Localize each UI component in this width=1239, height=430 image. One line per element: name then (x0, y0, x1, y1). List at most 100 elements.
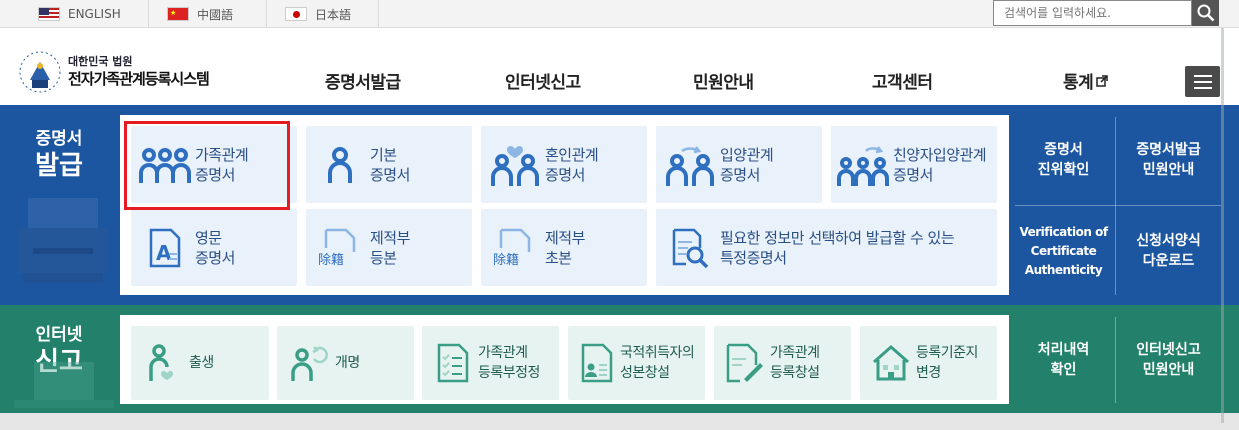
court-emblem-icon (19, 51, 61, 93)
lang-japanese[interactable]: 日本語 (266, 0, 378, 28)
cert-card-line1: 기본 (370, 145, 397, 164)
cert-section-title: 증명서 발급 (0, 128, 118, 182)
cert-card-line1: 필요한 정보만 선택하여 발급할 수 있는 (720, 228, 955, 247)
side-line2: 확인 (1050, 362, 1077, 378)
house-icon (866, 344, 916, 382)
report-card-line1: 가족관계 (770, 345, 820, 361)
cert-card-english-label: 영문 증명서 (195, 228, 235, 268)
report-card-creation[interactable]: 가족관계 등록창설 (714, 326, 851, 400)
cert-card-basic-label: 기본 증명서 (370, 145, 410, 185)
cert-card-jejeok-full-label: 제적부 등본 (370, 228, 410, 268)
gnav-stats[interactable]: 통계 (1063, 68, 1109, 93)
report-card-line1: 출생 (189, 355, 214, 371)
cert-card-line2: 증명서 (195, 248, 235, 267)
report-card-correction[interactable]: 가족관계 등록부정정 (422, 326, 559, 400)
cert-card-basic[interactable]: 기본 증명서 (306, 126, 472, 203)
side-line2: 민원안내 (1142, 362, 1195, 378)
adoption-icon (660, 143, 720, 187)
side-line2: 진위확인 (1037, 162, 1090, 178)
hamburger-icon-bar (1193, 86, 1212, 89)
process-history-link[interactable]: 처리내역확인 (1012, 315, 1115, 405)
cert-card-adoption-label: 입양관계 증명서 (720, 145, 774, 185)
lang-chinese-label: 中國語 (197, 7, 234, 22)
lang-english-label: ENGLISH (68, 7, 121, 21)
cert-card-marriage[interactable]: 혼인관계 증명서 (481, 126, 647, 203)
side-line1: 처리내역 (1037, 342, 1090, 358)
report-card-naturalized[interactable]: 국적취득자의 성본창설 (568, 326, 705, 400)
external-link-icon (1096, 74, 1109, 87)
cert-card-adoption[interactable]: 입양관계 증명서 (656, 126, 822, 203)
logo-system-name: 전자가족관계등록시스템 (68, 70, 210, 88)
gnav-stats-label: 통계 (1063, 73, 1094, 93)
report-card-line2: 등록창설 (770, 365, 820, 381)
jejeok-doc-icon: 除籍 (485, 228, 545, 268)
report-card-correction-label: 가족관계 등록부정정 (478, 343, 540, 383)
cert-card-jejeok-full[interactable]: 除籍 제적부 등본 (306, 209, 472, 286)
us-flag-icon (38, 7, 60, 21)
report-card-line2: 성본창설 (620, 365, 670, 381)
gnav-cert[interactable]: 증명서발급 (325, 68, 401, 93)
search-box (993, 0, 1219, 26)
cert-title-big: 발급 (35, 151, 83, 181)
search-button[interactable] (1192, 0, 1219, 26)
couple-heart-icon (485, 143, 545, 187)
cert-card-line2: 증명서 (720, 165, 760, 184)
lang-english[interactable]: ENGLISH (20, 0, 167, 28)
lang-chinese[interactable]: 中國語 (148, 0, 260, 28)
side-line1: 증명서 (1044, 142, 1083, 158)
cert-card-line1: 제적부 (545, 228, 585, 247)
frame-border (1221, 28, 1224, 423)
jejeok-doc-icon: 除籍 (310, 228, 370, 268)
cert-card-full-adoption-label: 친양자입양관계 증명서 (893, 145, 987, 185)
report-card-address[interactable]: 등록기준지 변경 (860, 326, 997, 400)
cert-card-jejeok-partial[interactable]: 除籍 제적부 초본 (481, 209, 647, 286)
side-line3: Authenticity (1024, 262, 1103, 277)
jejeok-doc-icon-label: 除籍 (493, 252, 519, 268)
menu-button[interactable] (1185, 66, 1220, 97)
cert-card-line2: 등본 (370, 248, 397, 267)
gnav-report[interactable]: 인터넷신고 (505, 68, 581, 93)
cert-card-specific-label: 필요한 정보만 선택하여 발급할 수 있는 특정증명서 (720, 228, 955, 268)
cert-civil-guide-link[interactable]: 증명서발급 민원안내 (1116, 115, 1221, 205)
cert-card-line1: 혼인관계 (545, 145, 599, 164)
cert-card-line2: 특정증명서 (720, 248, 787, 267)
cert-verify-link[interactable]: 증명서진위확인 (1012, 115, 1115, 205)
id-doc-icon (574, 343, 620, 383)
cert-card-line1: 영문 (195, 228, 222, 247)
gnav-customer[interactable]: 고객센터 (872, 68, 933, 93)
side-line1: 증명서발급 (1136, 142, 1201, 158)
cert-card-line2: 증명서 (370, 165, 410, 184)
baby-icon (139, 343, 189, 383)
cert-card-line2: 증명서 (893, 165, 933, 184)
japan-flag-icon (285, 7, 307, 21)
report-card-birth[interactable]: 출생 (131, 326, 269, 400)
report-card-rename[interactable]: 개명 (277, 326, 414, 400)
site-logo[interactable]: 대한민국 법원 전자가족관계등록시스템 (18, 50, 210, 94)
verification-link[interactable]: Verification of Certificate Authenticity (1012, 206, 1115, 296)
jejeok-doc-icon-label: 除籍 (318, 252, 344, 268)
cert-card-marriage-label: 혼인관계 증명서 (545, 145, 599, 185)
bottom-strip (0, 413, 1239, 430)
cert-card-line1: 친양자입양관계 (893, 145, 987, 164)
cert-card-full-adoption[interactable]: 친양자입양관계 증명서 (831, 126, 997, 203)
laptop-icon (14, 362, 114, 408)
checklist-icon (428, 343, 478, 383)
report-card-creation-label: 가족관계 등록창설 (770, 343, 820, 383)
cert-card-jejeok-partial-label: 제적부 초본 (545, 228, 585, 268)
person-icon (310, 145, 370, 185)
pen-doc-icon (720, 343, 770, 383)
report-card-line1: 가족관계 (478, 345, 528, 361)
cert-card-english[interactable]: A 영문 증명서 (131, 209, 297, 286)
china-flag-icon (167, 7, 189, 21)
site-header: 대한민국 법원 전자가족관계등록시스템 증명서발급 인터넷신고 민원안내 고객센… (0, 28, 1239, 105)
cert-card-specific[interactable]: 필요한 정보만 선택하여 발급할 수 있는 특정증명서 (656, 209, 997, 286)
search-input[interactable] (993, 0, 1193, 26)
english-doc-icon: A (135, 228, 195, 268)
cert-card-line2: 초본 (545, 248, 572, 267)
rename-icon (285, 343, 335, 383)
report-civil-guide-link[interactable]: 인터넷신고민원안내 (1116, 315, 1221, 405)
lang-divider (378, 0, 379, 28)
form-download-link[interactable]: 신청서양식 다운로드 (1116, 206, 1221, 296)
side-line1: 인터넷신고 (1136, 342, 1201, 358)
gnav-civil[interactable]: 민원안내 (693, 68, 754, 93)
